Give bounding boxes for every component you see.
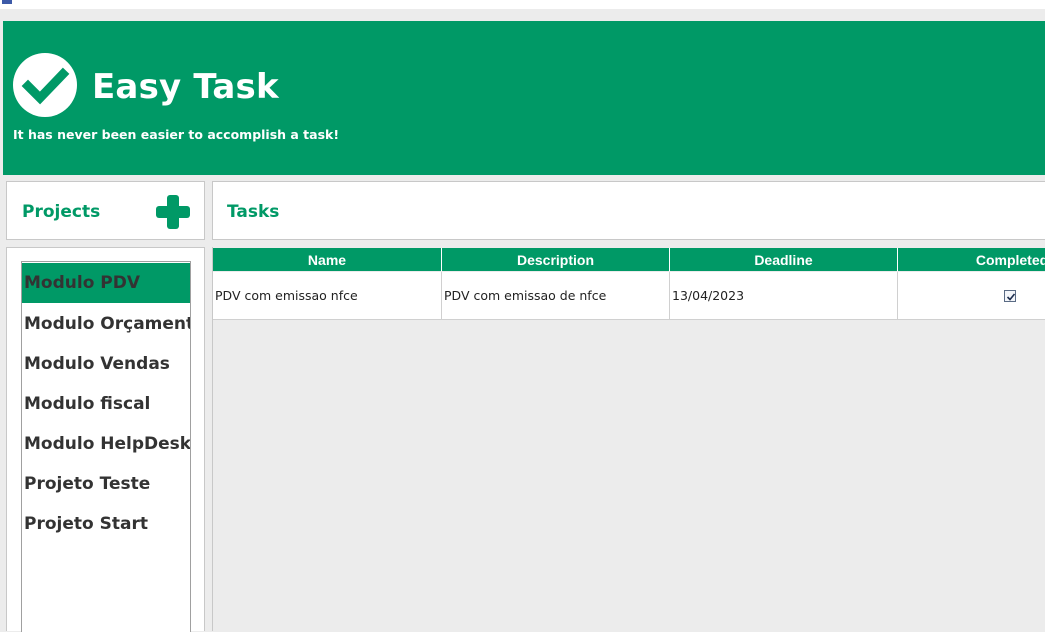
- tasks-table: Name Description Deadline Completed PDV …: [212, 247, 1045, 631]
- tasks-header-panel: Tasks: [212, 181, 1045, 240]
- table-row[interactable]: PDV com emissao nfce PDV com emissao de …: [213, 272, 1045, 320]
- cell-deadline: 13/04/2023: [670, 272, 898, 319]
- window-corner-mark: [2, 0, 12, 4]
- tasks-title: Tasks: [227, 202, 280, 222]
- tasks-table-header: Name Description Deadline Completed: [213, 248, 1045, 271]
- project-item-projeto-teste[interactable]: Projeto Teste: [22, 464, 190, 504]
- projects-panel: Modulo PDV Modulo Orçamento Modulo Venda…: [6, 247, 205, 632]
- project-item-modulo-vendas[interactable]: Modulo Vendas: [22, 344, 190, 384]
- projects-header-panel: Projects: [6, 181, 205, 240]
- app-title: Easy Task: [92, 67, 279, 107]
- project-item-modulo-fiscal[interactable]: Modulo fiscal: [22, 384, 190, 424]
- cell-description: PDV com emissao de nfce: [442, 272, 670, 319]
- window-top-strip: [0, 0, 1045, 9]
- projects-list[interactable]: Modulo PDV Modulo Orçamento Modulo Venda…: [21, 261, 191, 632]
- project-item-modulo-helpdesk[interactable]: Modulo HelpDesk: [22, 424, 190, 464]
- app-header: Easy Task It has never been easier to ac…: [3, 21, 1045, 175]
- app-tagline: It has never been easier to accomplish a…: [13, 127, 340, 142]
- column-header-name[interactable]: Name: [213, 248, 442, 271]
- check-circle-icon: [13, 53, 77, 117]
- column-header-completed[interactable]: Completed: [898, 248, 1045, 271]
- cell-completed: [898, 272, 1045, 319]
- project-item-modulo-orcamento[interactable]: Modulo Orçamento: [22, 304, 190, 344]
- column-header-deadline[interactable]: Deadline: [670, 248, 898, 271]
- plus-icon[interactable]: [156, 195, 190, 229]
- column-header-description[interactable]: Description: [442, 248, 670, 271]
- projects-title: Projects: [22, 202, 101, 222]
- project-item-modulo-pdv[interactable]: Modulo PDV: [22, 263, 190, 303]
- project-item-projeto-start[interactable]: Projeto Start: [22, 504, 190, 544]
- completed-checkbox[interactable]: [1004, 290, 1016, 302]
- cell-name: PDV com emissao nfce: [213, 272, 442, 319]
